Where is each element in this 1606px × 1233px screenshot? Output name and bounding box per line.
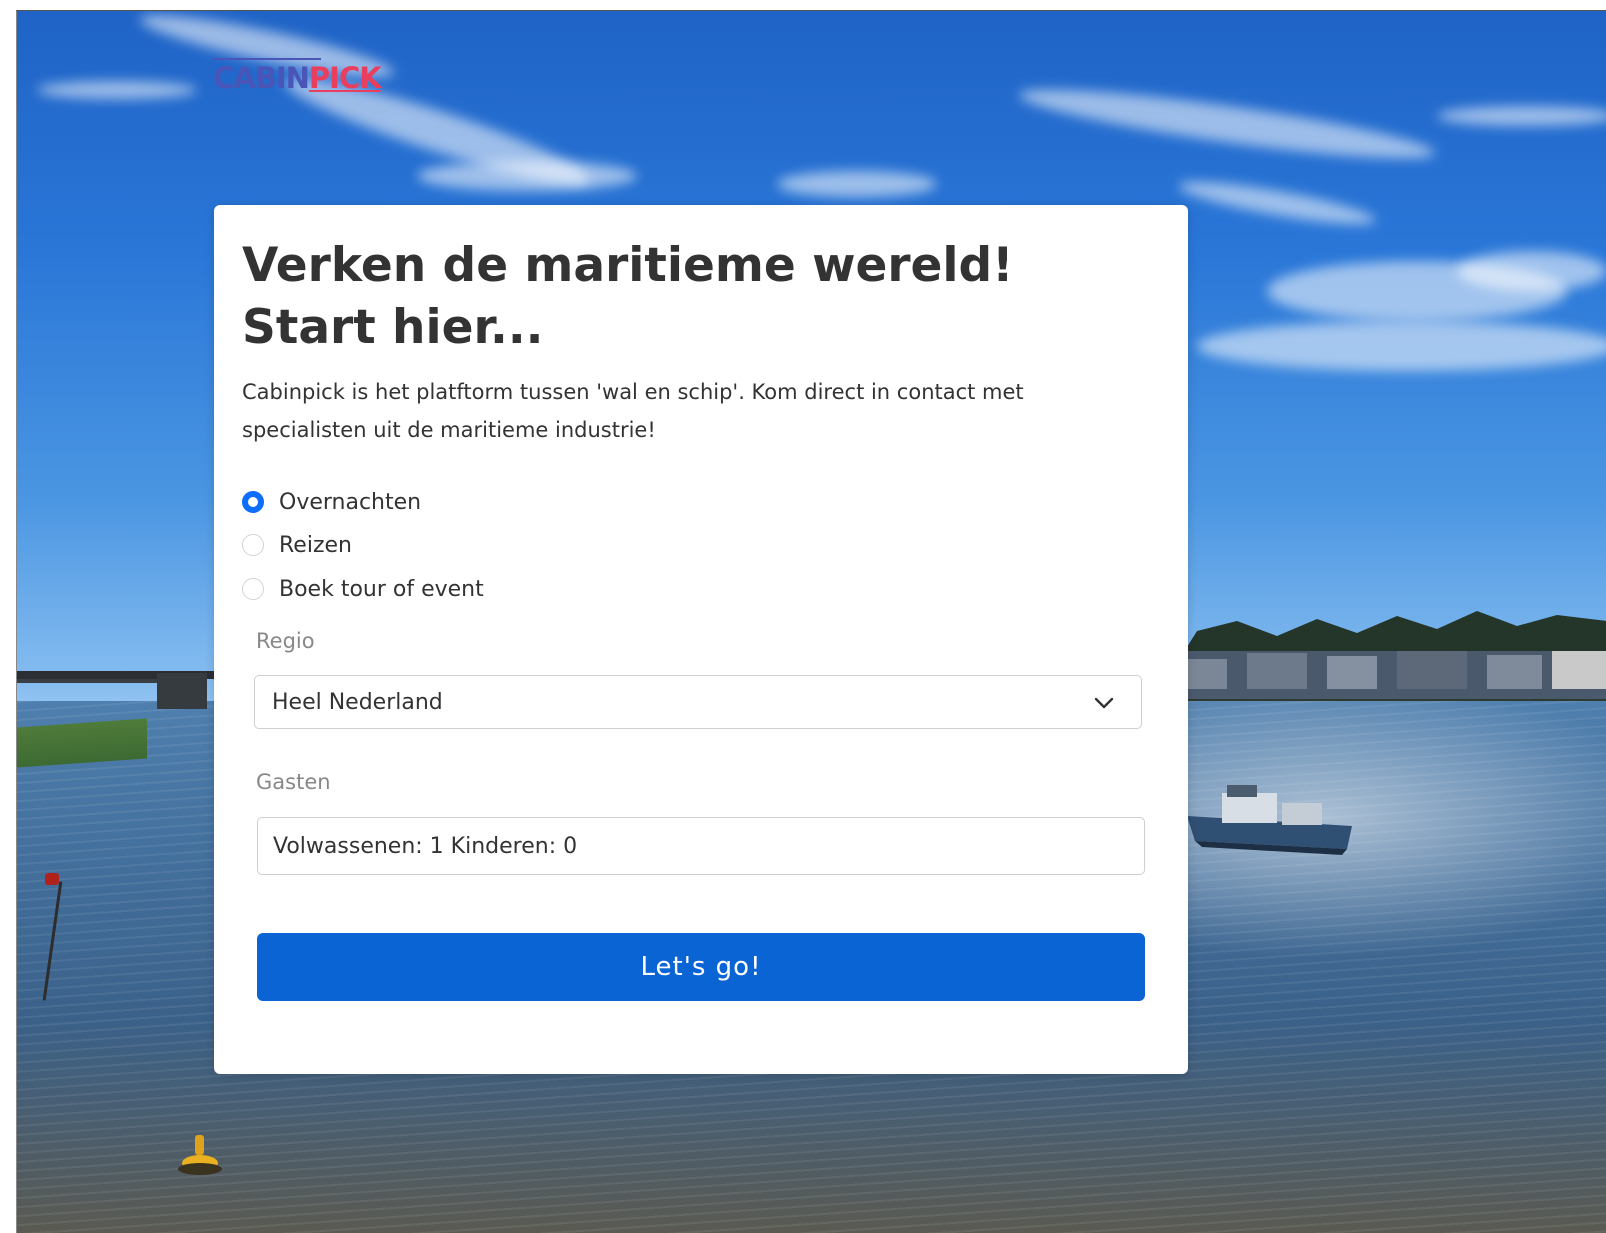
radio-button[interactable] xyxy=(242,534,264,556)
region-label: Regio xyxy=(256,629,315,653)
yellow-buoy xyxy=(178,1135,222,1175)
bridge xyxy=(17,671,217,709)
radio-option-boek-tour[interactable]: Boek tour of event xyxy=(242,574,484,604)
radio-option-overnachten[interactable]: Overnachten xyxy=(242,487,421,517)
cargo-ship xyxy=(1187,785,1352,855)
logo-text-pick: PICK xyxy=(308,61,382,95)
marker-top xyxy=(45,873,59,885)
cabinpick-logo[interactable]: CABINPICK xyxy=(213,58,382,95)
radio-option-reizen[interactable]: Reizen xyxy=(242,530,352,560)
chevron-down-icon xyxy=(1094,697,1114,709)
lets-go-button[interactable]: Let's go! xyxy=(257,933,1145,1001)
search-card: Verken de maritieme wereld! Start hier..… xyxy=(214,205,1188,1074)
radio-label: Boek tour of event xyxy=(279,576,484,602)
region-select-value: Heel Nederland xyxy=(272,689,443,715)
logo-overline xyxy=(213,58,321,60)
guests-field[interactable]: Volwassenen: 1 Kinderen: 0 xyxy=(257,817,1145,875)
region-select[interactable]: Heel Nederland xyxy=(254,675,1142,729)
radio-label: Reizen xyxy=(279,532,352,558)
logo-text-cabin: CABIN xyxy=(213,61,310,95)
card-title: Verken de maritieme wereld! Start hier..… xyxy=(242,238,1014,355)
radio-button-checked[interactable] xyxy=(242,491,264,513)
radio-button[interactable] xyxy=(242,578,264,600)
card-intro: Cabinpick is het platftorm tussen 'wal e… xyxy=(242,380,1024,442)
guests-label: Gasten xyxy=(256,770,331,794)
radio-label: Overnachten xyxy=(279,489,422,515)
page-viewport: CABINPICK Verken de maritieme wereld! St… xyxy=(16,10,1606,1233)
